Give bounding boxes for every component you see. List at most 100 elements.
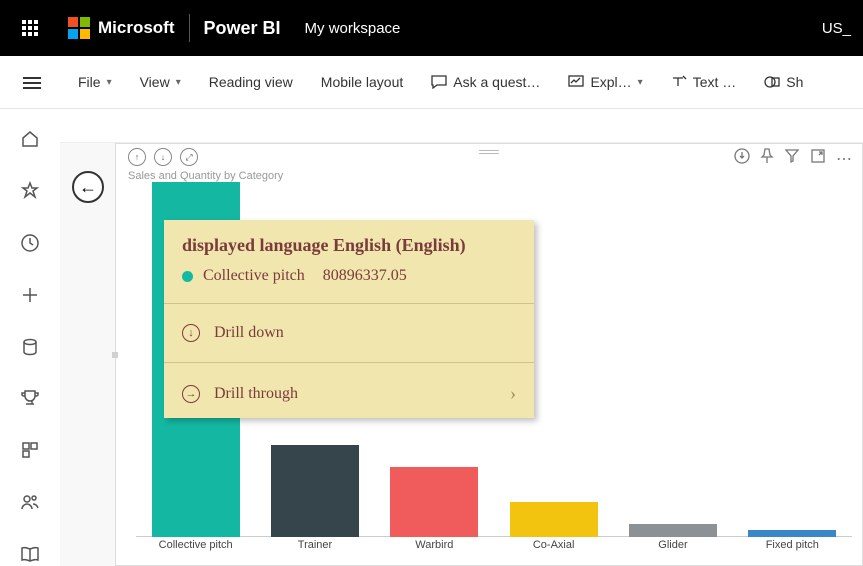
x-label: Glider [629, 539, 717, 555]
chevron-down-icon: ▾ [107, 77, 112, 88]
locale-indicator[interactable]: US_ [822, 20, 853, 37]
view-menu[interactable]: View ▾ [126, 56, 195, 108]
arrow-down-double-icon: ↓ [161, 152, 166, 162]
reading-view-button[interactable]: Reading view [195, 56, 307, 108]
arrow-up-icon: ↑ [135, 152, 140, 162]
database-icon [20, 337, 40, 357]
filter-button[interactable] [784, 148, 800, 169]
resize-handle-left[interactable] [112, 352, 118, 358]
bar-co-axial[interactable] [510, 502, 598, 537]
nav-recent[interactable] [18, 231, 42, 255]
home-icon [20, 129, 40, 149]
bar-fixed-pitch[interactable] [748, 530, 836, 537]
apps-icon [20, 440, 40, 460]
file-menu[interactable]: File ▾ [64, 56, 126, 108]
shapes-label: Sh [786, 74, 803, 90]
series-color-swatch [182, 271, 193, 282]
mobile-layout-label: Mobile layout [321, 74, 404, 90]
back-button[interactable]: ← [72, 171, 104, 203]
focus-mode-button[interactable] [810, 148, 826, 169]
tooltip-category: Collective pitch [203, 267, 305, 285]
datapoint-tooltip: displayed language English (English) Col… [164, 220, 534, 418]
left-nav [0, 109, 60, 566]
ask-question-label: Ask a quest… [453, 74, 540, 90]
nav-learn[interactable] [18, 542, 42, 566]
drill-through-icon: → [182, 385, 200, 403]
microsoft-logo-icon [68, 17, 90, 39]
x-label: Fixed pitch [748, 539, 836, 555]
reading-view-label: Reading view [209, 74, 293, 90]
microsoft-logo-text: Microsoft [98, 18, 175, 38]
bar-warbird[interactable] [390, 467, 478, 537]
drill-down-button[interactable]: ↓ [154, 148, 172, 166]
workspace-name[interactable]: My workspace [305, 20, 401, 37]
nav-goals[interactable] [18, 386, 42, 410]
drill-down-action[interactable]: ↓ Drill down [164, 310, 534, 356]
download-circle-icon [734, 148, 750, 164]
shapes-button[interactable]: Sh [750, 56, 817, 108]
tooltip-data-row: Collective pitch 80896337.05 [182, 267, 516, 285]
waffle-icon [22, 20, 38, 36]
mobile-layout-button[interactable]: Mobile layout [307, 56, 418, 108]
explore-label: Expl… [590, 74, 631, 90]
filter-icon [784, 148, 800, 164]
tooltip-separator [164, 362, 534, 363]
bar-trainer[interactable] [271, 445, 359, 537]
nav-create[interactable] [18, 283, 42, 307]
chart-title: Sales and Quantity by Category [128, 170, 283, 182]
textbox-icon [671, 75, 687, 89]
clock-icon [20, 233, 40, 253]
text-box-button[interactable]: Text … [657, 56, 751, 108]
nav-favorites[interactable] [18, 179, 42, 203]
file-label: File [78, 74, 101, 90]
chevron-right-icon: › [510, 383, 516, 404]
nav-toggle-button[interactable] [0, 56, 64, 109]
bar-glider[interactable] [629, 524, 717, 537]
canvas-header-strip [60, 109, 863, 143]
book-icon [20, 544, 40, 564]
trophy-icon [20, 388, 40, 408]
drill-through-action[interactable]: → Drill through › [164, 369, 534, 418]
arrow-left-icon: ← [79, 177, 97, 198]
tooltip-separator [164, 303, 534, 304]
view-label: View [140, 74, 170, 90]
global-header: Microsoft Power BI My workspace US_ [0, 0, 863, 56]
tooltip-header: displayed language English (English) Col… [164, 220, 534, 297]
nav-datasets[interactable] [18, 335, 42, 359]
tooltip-title: displayed language English (English) [182, 234, 516, 257]
ask-question-button[interactable]: Ask a quest… [417, 56, 554, 108]
pin-button[interactable] [760, 148, 774, 169]
drill-up-button[interactable]: ↑ [128, 148, 146, 166]
more-options-button[interactable]: ⋯ [836, 149, 852, 169]
expand-all-button[interactable]: ⤢ [180, 148, 198, 166]
command-bar: File ▾ View ▾ Reading view Mobile layout A… [0, 56, 863, 109]
chat-icon [431, 75, 447, 89]
drill-toolbar: ↑ ↓ ⤢ [128, 148, 198, 166]
explore-menu[interactable]: Expl… ▾ [554, 56, 656, 108]
app-launcher-button[interactable] [10, 0, 50, 56]
tooltip-value: 80896337.05 [323, 267, 407, 285]
visual-actions: ⋯ [734, 148, 852, 169]
star-icon [20, 181, 40, 201]
people-icon [20, 492, 40, 512]
explore-icon [568, 75, 584, 89]
x-axis-labels: Collective pitchTrainerWarbirdCo-AxialGl… [136, 539, 852, 555]
microsoft-logo: Microsoft [68, 17, 175, 39]
nav-apps[interactable] [18, 438, 42, 462]
visual-drag-handle[interactable] [479, 150, 499, 156]
export-button[interactable] [734, 148, 750, 169]
nav-shared[interactable] [18, 490, 42, 514]
more-icon: ⋯ [836, 151, 852, 168]
x-label: Collective pitch [152, 539, 240, 555]
x-label: Co-Axial [510, 539, 598, 555]
drill-down-icon: ↓ [182, 324, 200, 342]
chevron-down-icon: ▾ [176, 77, 181, 88]
product-name: Power BI [204, 18, 281, 39]
pin-icon [760, 148, 774, 164]
drill-down-label: Drill down [214, 324, 284, 342]
expand-icon: ⤢ [185, 152, 192, 163]
shapes-icon [764, 75, 780, 89]
drill-through-label: Drill through [214, 385, 298, 403]
nav-home[interactable] [18, 127, 42, 151]
chevron-down-icon: ▾ [638, 77, 643, 88]
